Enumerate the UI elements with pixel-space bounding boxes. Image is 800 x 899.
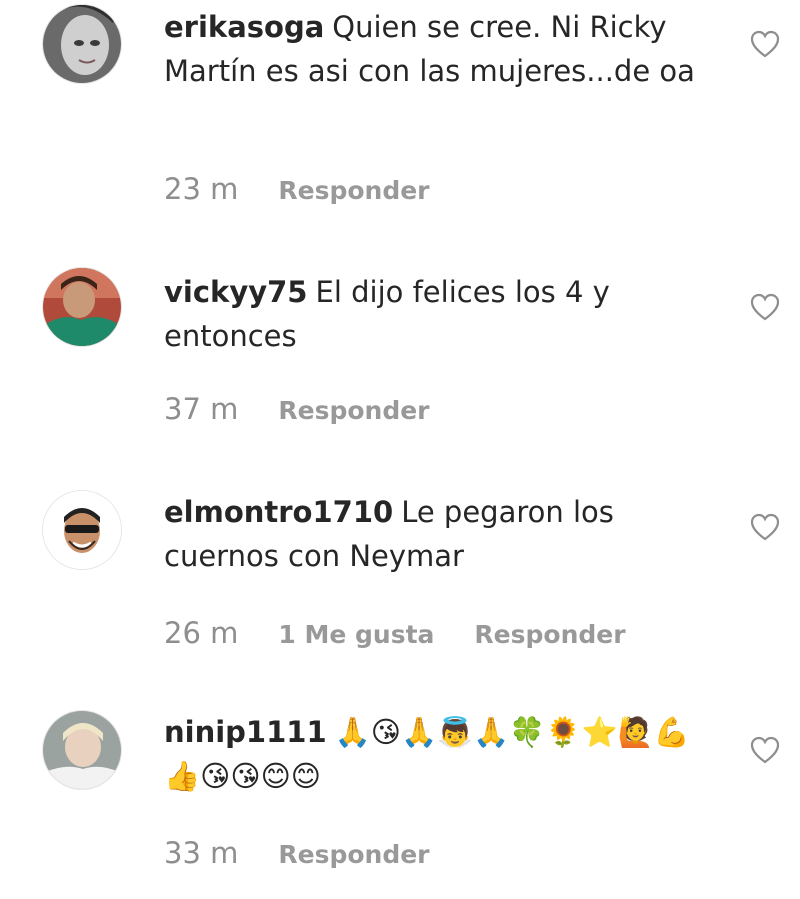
comment-item: elmontro1710 Le pegaron los cuernos con N…	[0, 440, 800, 660]
reply-button[interactable]: Responder	[278, 176, 429, 205]
likes-count[interactable]: 1 Me gusta	[278, 620, 434, 649]
comment-meta: 26 m 1 Me gusta Responder	[164, 616, 626, 650]
username[interactable]: erikasoga	[164, 10, 324, 44]
avatar[interactable]	[42, 4, 122, 84]
comment-text: ninip1111 🙏😘🙏👼🙏🍀🌻⭐🙋💪👍😘😘😊😊	[164, 710, 724, 798]
comment-item: vickyy75 El dijo felices los 4 y entonces…	[0, 220, 800, 440]
comment-item: ninip1111 🙏😘🙏👼🙏🍀🌻⭐🙋💪👍😘😘😊😊 33 m Responder	[0, 660, 800, 880]
comment-text: erikasoga Quien se cree. Ni Ricky Martín …	[164, 5, 724, 93]
comment-meta: 33 m Responder	[164, 836, 430, 870]
comment-time[interactable]: 37 m	[164, 392, 238, 426]
heart-outline-icon[interactable]	[750, 736, 780, 764]
comment-text: elmontro1710 Le pegaron los cuernos con N…	[164, 490, 724, 578]
heart-outline-icon[interactable]	[750, 30, 780, 58]
username[interactable]: elmontro1710	[164, 495, 393, 529]
username[interactable]: ninip1111	[164, 715, 327, 749]
reply-button[interactable]: Responder	[278, 396, 429, 425]
comment-time[interactable]: 23 m	[164, 172, 238, 206]
comment-text: vickyy75 El dijo felices los 4 y entonces	[164, 270, 724, 358]
comment-time[interactable]: 26 m	[164, 616, 238, 650]
comment-meta: 37 m Responder	[164, 392, 430, 426]
reply-button[interactable]: Responder	[474, 620, 625, 649]
comment-item: erikasoga Quien se cree. Ni Ricky Martín …	[0, 0, 800, 220]
comment-meta: 23 m Responder	[164, 172, 430, 206]
comment-time[interactable]: 33 m	[164, 836, 238, 870]
avatar[interactable]	[42, 267, 122, 347]
avatar[interactable]	[42, 710, 122, 790]
username[interactable]: vickyy75	[164, 275, 308, 309]
heart-outline-icon[interactable]	[750, 513, 780, 541]
heart-outline-icon[interactable]	[750, 293, 780, 321]
reply-button[interactable]: Responder	[278, 840, 429, 869]
avatar[interactable]	[42, 490, 122, 570]
